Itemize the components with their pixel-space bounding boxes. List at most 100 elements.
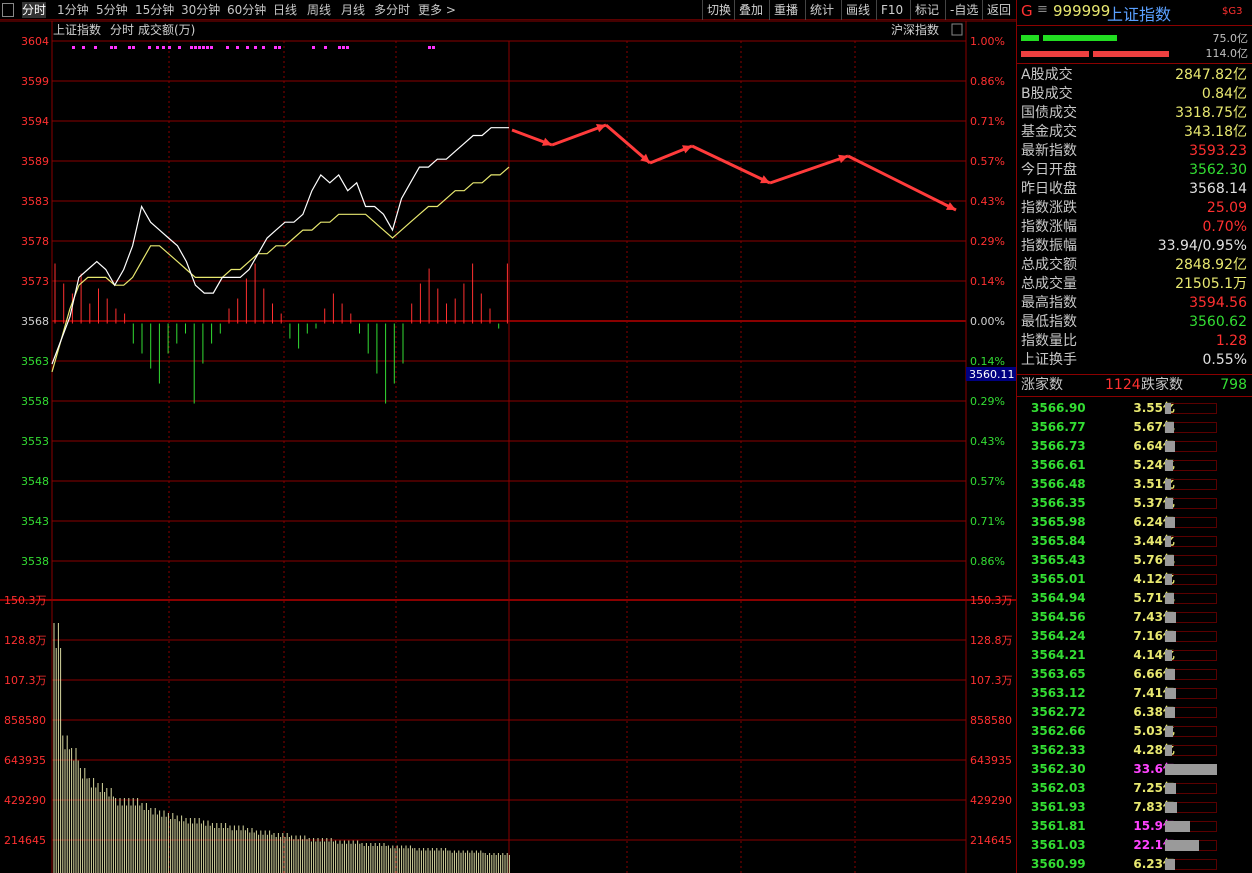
cursor-value: 3560.11 xyxy=(969,368,1015,381)
order-row[interactable]: 3561.03 22.1亿 xyxy=(1017,836,1252,855)
order-row[interactable]: 3566.61 5.24亿 xyxy=(1017,456,1252,475)
price-tick: 3594 xyxy=(21,115,49,128)
order-bar xyxy=(1165,422,1174,433)
intraday-chart[interactable]: 3604 3599 3594 3589 3583 3578 3573 3568 3563 3558… xyxy=(0,0,1016,873)
price-tick: 3538 xyxy=(21,555,49,568)
pct-tick: 0.43% xyxy=(970,435,1005,448)
pct-axis-right: 1.00% 0.86% 0.71% 0.57% 0.43% 0.29% 0.14% 0.00%… xyxy=(970,35,1005,568)
stat-row: 上证换手 0.55% xyxy=(1021,351,1249,370)
pct-tick: 0.29% xyxy=(970,235,1005,248)
order-bar xyxy=(1165,669,1175,680)
price-tick: 3578 xyxy=(21,235,49,248)
highlight-dot xyxy=(168,46,171,49)
highlight-dot xyxy=(324,46,327,49)
order-bar xyxy=(1165,764,1217,775)
order-row[interactable]: 3565.01 4.12亿 xyxy=(1017,570,1252,589)
volume-bar-green-a xyxy=(1021,35,1039,41)
forecast-arrow xyxy=(847,154,957,212)
order-bar-track xyxy=(1165,536,1217,547)
highlight-dot xyxy=(190,46,193,49)
stat-label: 指数量比 xyxy=(1021,333,1077,349)
stat-row: 指数涨幅 0.70% xyxy=(1021,218,1249,237)
order-row[interactable]: 3562.33 4.28亿 xyxy=(1017,741,1252,760)
highlight-dot xyxy=(312,46,315,49)
menu-icon[interactable]: ≡ xyxy=(1037,2,1048,17)
order-row[interactable]: 3562.03 7.25亿 xyxy=(1017,779,1252,798)
compare-toggle-icon[interactable] xyxy=(951,23,963,36)
order-bar xyxy=(1165,441,1175,452)
compare-index-label[interactable]: 沪深指数 xyxy=(891,22,939,37)
highlight-dot xyxy=(432,46,435,49)
order-row[interactable]: 3566.35 5.37亿 xyxy=(1017,494,1252,513)
order-row[interactable]: 3563.12 7.41亿 xyxy=(1017,684,1252,703)
order-bar-track xyxy=(1165,479,1217,490)
stat-label: 总成交量 xyxy=(1021,276,1077,292)
order-bar xyxy=(1165,745,1172,756)
order-row[interactable]: 3566.90 3.55亿 xyxy=(1017,399,1252,418)
stat-label: 指数涨跌 xyxy=(1021,200,1077,216)
order-row[interactable]: 3564.56 7.43亿 xyxy=(1017,608,1252,627)
highlight-dot xyxy=(72,46,75,49)
order-price: 3565.01 xyxy=(1031,572,1086,586)
stat-label: B股成交 xyxy=(1021,86,1073,102)
stat-value: 3560.62 xyxy=(1189,314,1247,330)
volume-tick: 858580 xyxy=(4,714,46,727)
highlight-dots xyxy=(72,46,435,49)
stat-value: 1.28 xyxy=(1215,333,1247,349)
order-row[interactable]: 3566.77 5.67亿 xyxy=(1017,418,1252,437)
stat-label: 国债成交 xyxy=(1021,105,1077,121)
highlight-dot xyxy=(94,46,97,49)
stat-row: 昨日收盘 3568.14 xyxy=(1021,180,1249,199)
order-row[interactable]: 3565.98 6.24亿 xyxy=(1017,513,1252,532)
chart-index-name: 上证指数 xyxy=(53,22,101,37)
order-row[interactable]: 3561.93 7.83亿 xyxy=(1017,798,1252,817)
code-prefix: G xyxy=(1021,2,1033,20)
order-row[interactable]: 3562.30 33.6亿 xyxy=(1017,760,1252,779)
order-row[interactable]: 3562.72 6.38亿 xyxy=(1017,703,1252,722)
order-row[interactable]: 3565.84 3.44亿 xyxy=(1017,532,1252,551)
highlight-dot xyxy=(132,46,135,49)
order-row[interactable]: 3562.66 5.03亿 xyxy=(1017,722,1252,741)
order-row[interactable]: 3564.21 4.14亿 xyxy=(1017,646,1252,665)
price-tick: 3568 xyxy=(21,315,49,328)
volume-tick-right: 107.3万 xyxy=(970,674,1013,687)
breadth-bars xyxy=(54,263,508,404)
stat-value: 33.94/0.95% xyxy=(1157,238,1247,254)
order-price: 3566.48 xyxy=(1031,477,1086,491)
stat-row: 最高指数 3594.56 xyxy=(1021,294,1249,313)
order-bar xyxy=(1165,783,1176,794)
forecast-arrows xyxy=(511,123,957,212)
volume-label: 成交额(万) xyxy=(138,22,195,37)
order-bar-track xyxy=(1165,745,1217,756)
order-row[interactable]: 3564.94 5.71亿 xyxy=(1017,589,1252,608)
stat-label: 指数涨幅 xyxy=(1021,219,1077,235)
highlight-dot xyxy=(262,46,265,49)
volume-bars xyxy=(53,623,510,873)
highlight-dot xyxy=(342,46,345,49)
order-row[interactable]: 3565.43 5.76亿 xyxy=(1017,551,1252,570)
highlight-dot xyxy=(202,46,205,49)
stat-row: 指数振幅 33.94/0.95% xyxy=(1021,237,1249,256)
volume-tick-right: 128.8万 xyxy=(970,634,1013,647)
stat-value: 2848.92亿 xyxy=(1175,257,1247,273)
pct-tick: 0.71% xyxy=(970,115,1005,128)
highlight-dot xyxy=(162,46,165,49)
forecast-arrow xyxy=(691,144,771,185)
stat-row: 总成交量 21505.1万 xyxy=(1021,275,1249,294)
stat-value: 0.55% xyxy=(1202,352,1247,368)
volume-tick-right: 429290 xyxy=(970,794,1012,807)
order-row[interactable]: 3566.48 3.51亿 xyxy=(1017,475,1252,494)
up-label: 涨家数 xyxy=(1021,377,1063,393)
average-line xyxy=(51,166,510,373)
highlight-dot xyxy=(110,46,113,49)
order-row[interactable]: 3560.99 6.23亿 xyxy=(1017,855,1252,873)
order-row[interactable]: 3561.81 15.9亿 xyxy=(1017,817,1252,836)
order-bar xyxy=(1165,650,1172,661)
stat-label: 昨日收盘 xyxy=(1021,181,1077,197)
order-row[interactable]: 3564.24 7.16亿 xyxy=(1017,627,1252,646)
order-row[interactable]: 3563.65 6.66亿 xyxy=(1017,665,1252,684)
order-row[interactable]: 3566.73 6.64亿 xyxy=(1017,437,1252,456)
order-price: 3564.21 xyxy=(1031,648,1086,662)
order-bar xyxy=(1165,688,1176,699)
down-count: 798 xyxy=(1220,377,1247,393)
